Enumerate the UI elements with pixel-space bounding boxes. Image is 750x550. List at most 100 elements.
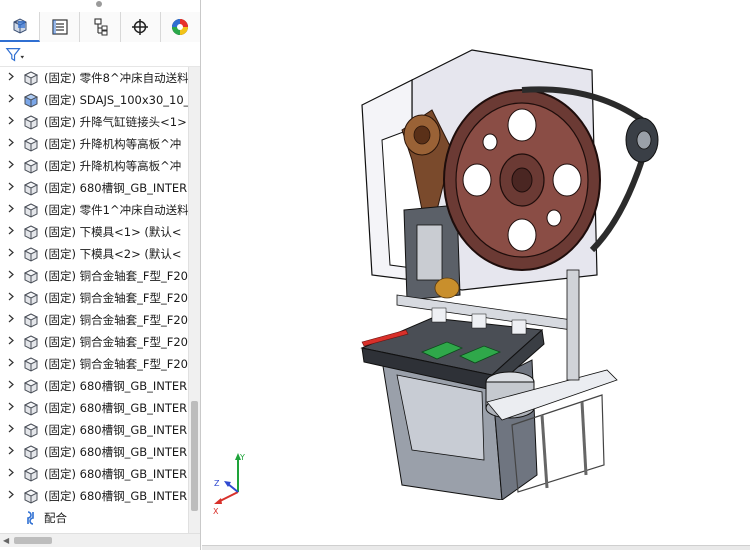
expand-arrow-icon[interactable] bbox=[0, 138, 22, 150]
expand-arrow-icon[interactable] bbox=[0, 248, 22, 260]
tree-item[interactable]: (固定) 680槽钢_GB_INTER bbox=[0, 485, 188, 507]
tree-item[interactable]: (固定) 升降气缸链接头<1> bbox=[0, 111, 188, 133]
component-icon bbox=[23, 379, 39, 394]
component-icon bbox=[23, 313, 39, 328]
tree-item[interactable]: (固定) 下模具<1> (默认< bbox=[0, 221, 188, 243]
tree-item-label: (固定) 680槽钢_GB_INTER bbox=[44, 181, 188, 195]
tree-item-mates[interactable]: 配合 bbox=[0, 507, 188, 529]
mates-icon bbox=[27, 511, 34, 525]
tree-item[interactable]: (固定) 铜合金轴套_F型_F20 bbox=[0, 353, 188, 375]
expand-arrow-icon[interactable] bbox=[0, 270, 22, 282]
tree-item-label: (固定) 680槽钢_GB_INTER bbox=[44, 423, 188, 437]
tree-item[interactable]: (固定) 铜合金轴套_F型_F20 bbox=[0, 265, 188, 287]
component-icon bbox=[23, 137, 39, 152]
expand-arrow-icon[interactable] bbox=[0, 490, 22, 502]
tree-item-label: (固定) 零件8^冲床自动送料 bbox=[44, 71, 188, 85]
component-icon bbox=[23, 467, 39, 482]
tree-item-label: (固定) 铜合金轴套_F型_F20 bbox=[44, 269, 188, 283]
tree-item-label: (固定) 零件1^冲床自动送料 bbox=[44, 203, 188, 217]
component-icon bbox=[23, 93, 39, 108]
punch-press-model[interactable] bbox=[342, 30, 750, 500]
tree-item[interactable]: (固定) 680槽钢_GB_INTER bbox=[0, 463, 188, 485]
expand-arrow-icon[interactable] bbox=[0, 160, 22, 172]
scrollbar-thumb[interactable] bbox=[191, 401, 198, 511]
mates-label: 配合 bbox=[44, 511, 67, 525]
display-manager-tab[interactable] bbox=[160, 12, 201, 42]
tree-item-label: (固定) 680槽钢_GB_INTER bbox=[44, 379, 188, 393]
component-icon bbox=[23, 335, 39, 350]
tree-item-label: (固定) 铜合金轴套_F型_F20 bbox=[44, 357, 188, 371]
scrollbar-thumb[interactable] bbox=[14, 537, 52, 544]
component-icon bbox=[23, 423, 39, 438]
crosshair-icon bbox=[132, 19, 149, 35]
tree-item-label: (固定) 升降机构等高板^冲 bbox=[44, 137, 182, 151]
triad-z-label: Z bbox=[214, 479, 220, 488]
tree-item[interactable]: (固定) 升降机构等高板^冲 bbox=[0, 133, 188, 155]
tree-item-label: (固定) 680槽钢_GB_INTER bbox=[44, 401, 188, 415]
expand-arrow-icon[interactable] bbox=[0, 72, 22, 84]
scroll-left-arrow-icon[interactable]: ◀ bbox=[3, 536, 9, 545]
expand-arrow-icon[interactable] bbox=[0, 204, 22, 216]
tree-item[interactable]: (固定) 680槽钢_GB_INTER bbox=[0, 375, 188, 397]
component-icon bbox=[23, 489, 39, 504]
tree-item-label: (固定) 680槽钢_GB_INTER bbox=[44, 467, 188, 481]
tree-item[interactable]: (固定) 680槽钢_GB_INTER bbox=[0, 397, 188, 419]
component-icon bbox=[23, 203, 39, 218]
tree-horizontal-scrollbar[interactable]: ◀ bbox=[0, 533, 200, 547]
tree-item[interactable]: (固定) 升降机构等高板^冲 bbox=[0, 155, 188, 177]
tree-item[interactable]: (固定) 铜合金轴套_F型_F20 bbox=[0, 287, 188, 309]
feature-manager-tab[interactable] bbox=[0, 12, 41, 42]
component-icon bbox=[23, 401, 39, 416]
component-icon bbox=[23, 159, 39, 174]
feature-tree: (固定) 零件8^冲床自动送料 (固定) SDAJS_100x30_10_ (固… bbox=[0, 67, 188, 533]
property-manager-tab[interactable] bbox=[40, 12, 81, 42]
tree-item[interactable]: (固定) 铜合金轴套_F型_F20 bbox=[0, 309, 188, 331]
tree-item-label: (固定) 下模具<2> (默认< bbox=[44, 247, 182, 261]
tree-item-label: (固定) 680槽钢_GB_INTER bbox=[44, 445, 188, 459]
expand-arrow-icon[interactable] bbox=[0, 182, 22, 194]
tree-item[interactable]: (固定) 680槽钢_GB_INTER bbox=[0, 419, 188, 441]
viewport-tab-strip bbox=[202, 545, 750, 550]
expand-arrow-icon[interactable] bbox=[0, 380, 22, 392]
panel-grip-handle[interactable] bbox=[96, 1, 102, 7]
expand-arrow-icon[interactable] bbox=[0, 358, 22, 370]
expand-arrow-icon[interactable] bbox=[0, 116, 22, 128]
solidworks-window: (固定) 零件8^冲床自动送料 (固定) SDAJS_100x30_10_ (固… bbox=[0, 0, 750, 550]
appearance-icon bbox=[172, 19, 189, 35]
tree-item[interactable]: (固定) 680槽钢_GB_INTER bbox=[0, 441, 188, 463]
expand-arrow-icon[interactable] bbox=[0, 226, 22, 238]
expand-arrow-icon[interactable] bbox=[0, 336, 22, 348]
expand-arrow-icon[interactable] bbox=[0, 292, 22, 304]
expand-arrow-icon[interactable] bbox=[0, 402, 22, 414]
triad-x-label: X bbox=[213, 507, 219, 516]
expand-arrow-icon[interactable] bbox=[0, 468, 22, 480]
expand-arrow-icon[interactable] bbox=[0, 314, 22, 326]
tree-item-label: (固定) 升降机构等高板^冲 bbox=[44, 159, 182, 173]
filter-bar bbox=[0, 43, 200, 67]
tree-item-label: (固定) 升降气缸链接头<1> bbox=[44, 115, 187, 129]
tree-item[interactable]: (固定) 零件8^冲床自动送料 bbox=[0, 67, 188, 89]
expand-arrow-icon[interactable] bbox=[0, 446, 22, 458]
component-icon bbox=[23, 357, 39, 372]
feature-manager-panel: (固定) 零件8^冲床自动送料 (固定) SDAJS_100x30_10_ (固… bbox=[0, 0, 201, 550]
configuration-manager-tab[interactable] bbox=[80, 12, 121, 42]
filter-icon[interactable] bbox=[5, 46, 25, 64]
tree-item[interactable]: (固定) SDAJS_100x30_10_ bbox=[0, 89, 188, 111]
graphics-viewport[interactable]: Y X Z bbox=[202, 0, 750, 550]
expand-arrow-icon[interactable] bbox=[0, 424, 22, 436]
feature-manager-icon bbox=[13, 18, 27, 34]
tree-item[interactable]: (固定) 零件1^冲床自动送料 bbox=[0, 199, 188, 221]
tree-item-label: (固定) 下模具<1> (默认< bbox=[44, 225, 182, 239]
tree-vertical-scrollbar[interactable] bbox=[188, 67, 200, 533]
component-icon bbox=[23, 181, 39, 196]
tree-item[interactable]: (固定) 铜合金轴套_F型_F20 bbox=[0, 331, 188, 353]
tree-item-label: (固定) 680槽钢_GB_INTER bbox=[44, 489, 188, 503]
manager-tab-bar bbox=[0, 12, 201, 42]
component-icon bbox=[23, 71, 39, 86]
tree-item[interactable]: (固定) 680槽钢_GB_INTER bbox=[0, 177, 188, 199]
tree-item-label: (固定) 铜合金轴套_F型_F20 bbox=[44, 313, 188, 327]
component-icon bbox=[23, 291, 39, 306]
dimxpert-manager-tab[interactable] bbox=[120, 12, 161, 42]
expand-arrow-icon[interactable] bbox=[0, 94, 22, 106]
tree-item[interactable]: (固定) 下模具<2> (默认< bbox=[0, 243, 188, 265]
